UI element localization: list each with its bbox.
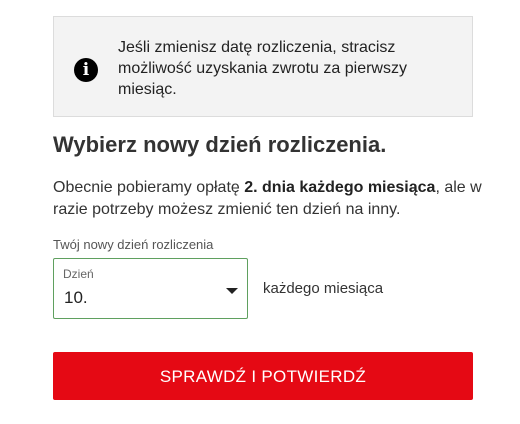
notice-text: Jeśli zmienisz datę rozliczenia, stracis… bbox=[118, 39, 407, 98]
info-icon: i bbox=[74, 58, 98, 82]
description-before: Obecnie pobieramy opłatę bbox=[53, 179, 245, 196]
select-caption: Dzień bbox=[63, 267, 94, 281]
billing-day-field-label: Twój nowy dzień rozliczenia bbox=[53, 237, 214, 252]
selected-day-value: 10. bbox=[64, 288, 88, 307]
chevron-down-icon bbox=[226, 288, 238, 294]
billing-day-select[interactable]: Dzień 10. bbox=[53, 258, 248, 319]
billing-date-notice: i Jeśli zmienisz datę rozliczenia, strac… bbox=[53, 16, 473, 117]
billing-day-suffix: każdego miesiąca bbox=[263, 280, 384, 297]
page-heading: Wybierz nowy dzień rozliczenia. bbox=[53, 132, 387, 157]
current-billing-day: 2. dnia każdego miesiąca bbox=[244, 179, 436, 196]
billing-description: Obecnie pobieramy opłatę 2. dnia każdego… bbox=[53, 177, 483, 221]
review-and-confirm-button[interactable]: SPRAWDŹ I POTWIERDŹ bbox=[53, 352, 473, 400]
